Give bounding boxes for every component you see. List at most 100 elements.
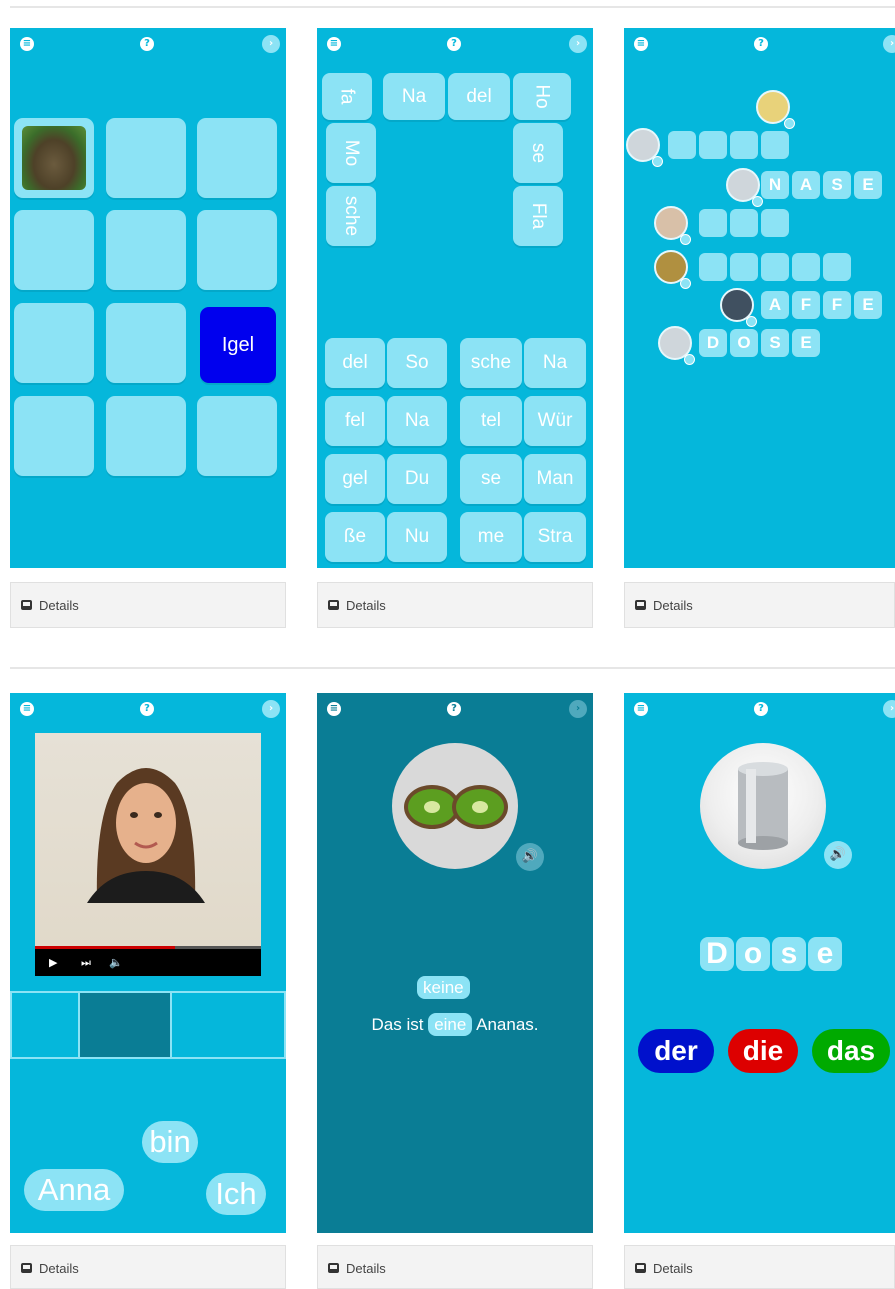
help-icon[interactable]: ? xyxy=(754,702,768,716)
letter-box[interactable] xyxy=(699,209,727,237)
word-bubble[interactable]: Ich xyxy=(206,1173,266,1215)
speaker-icon[interactable]: 🔊 xyxy=(824,841,852,869)
menu-icon[interactable]: ≡ xyxy=(20,37,34,51)
letter-box[interactable] xyxy=(730,253,758,281)
memory-tile[interactable] xyxy=(197,396,277,476)
memory-tile[interactable] xyxy=(106,303,186,383)
letter-box[interactable] xyxy=(792,253,820,281)
answer-slot[interactable] xyxy=(10,991,80,1059)
next-arrow-icon[interactable]: › xyxy=(569,35,587,53)
help-icon[interactable]: ? xyxy=(754,37,768,51)
memory-tile[interactable] xyxy=(106,210,186,290)
answer-slot-active[interactable] xyxy=(78,991,172,1059)
letter-box[interactable] xyxy=(668,131,696,159)
syllable-tile[interactable]: gel xyxy=(325,454,385,504)
article-das-button[interactable]: das xyxy=(812,1029,890,1073)
video-progress[interactable] xyxy=(35,946,261,949)
syllable-tile[interactable]: me xyxy=(460,512,522,562)
speaker-dot[interactable] xyxy=(752,196,763,207)
letter-box[interactable] xyxy=(730,131,758,159)
word-bubble[interactable]: Anna xyxy=(24,1169,124,1211)
syllable-tile[interactable]: Nu xyxy=(387,512,447,562)
memory-tile[interactable] xyxy=(197,210,277,290)
speaker-dot[interactable] xyxy=(684,354,695,365)
memory-tile-selected[interactable]: Igel xyxy=(200,307,276,383)
article-sentence-screen[interactable]: ≡ ? › 🔊 keine Das ist eine Ananas. xyxy=(317,693,593,1233)
crossword-game-screen[interactable]: ≡ ? › N A S E A F F E D O S E xyxy=(624,28,895,568)
syllable-tile[interactable]: fel xyxy=(325,396,385,446)
next-arrow-icon[interactable]: › xyxy=(883,35,895,53)
syllable-tile[interactable]: Na xyxy=(387,396,447,446)
help-icon[interactable]: ? xyxy=(140,37,154,51)
syllable-tile[interactable]: fa xyxy=(322,73,372,120)
syllable-tile[interactable]: tel xyxy=(460,396,522,446)
syllable-tile[interactable]: sche xyxy=(460,338,522,388)
next-arrow-icon[interactable]: › xyxy=(883,700,895,718)
article-choice-screen[interactable]: ≡ ? › 🔊 D o s e der die das xyxy=(624,693,895,1233)
play-icon[interactable]: ▶ xyxy=(49,956,57,969)
details-button[interactable]: Details xyxy=(624,1245,895,1289)
memory-tile[interactable] xyxy=(106,396,186,476)
letter-box[interactable] xyxy=(699,253,727,281)
syllable-tile[interactable]: Fla xyxy=(513,186,563,246)
memory-tile[interactable] xyxy=(14,396,94,476)
menu-icon[interactable]: ≡ xyxy=(634,37,648,51)
speaker-dot[interactable] xyxy=(746,316,757,327)
next-arrow-icon[interactable]: › xyxy=(569,700,587,718)
article-die-button[interactable]: die xyxy=(728,1029,798,1073)
speaker-dot[interactable] xyxy=(680,278,691,289)
details-button[interactable]: Details xyxy=(317,1245,593,1289)
syllable-tile[interactable]: ße xyxy=(325,512,385,562)
menu-icon[interactable]: ≡ xyxy=(634,702,648,716)
syllable-game-screen[interactable]: ≡ ? › fa Mo sche Na del Ho se Fla del So… xyxy=(317,28,593,568)
option-chip[interactable]: keine xyxy=(417,976,470,999)
speaker-dot[interactable] xyxy=(680,234,691,245)
memory-tile[interactable] xyxy=(14,210,94,290)
syllable-tile[interactable]: Mo xyxy=(326,123,376,183)
syllable-tile[interactable]: Du xyxy=(387,454,447,504)
memory-tile[interactable] xyxy=(197,118,277,198)
details-button[interactable]: Details xyxy=(10,1245,286,1289)
letter-box[interactable] xyxy=(761,253,789,281)
letter-box[interactable] xyxy=(699,131,727,159)
memory-tile[interactable] xyxy=(106,118,186,198)
syllable-tile[interactable]: Na xyxy=(383,73,445,120)
syllable-tile[interactable]: Stra xyxy=(524,512,586,562)
details-button[interactable]: Details xyxy=(624,582,895,628)
letter-box[interactable] xyxy=(761,131,789,159)
syllable-tile[interactable]: del xyxy=(325,338,385,388)
chosen-article[interactable]: eine xyxy=(428,1013,473,1036)
letter-box[interactable] xyxy=(730,209,758,237)
letter-box[interactable] xyxy=(823,253,851,281)
volume-icon[interactable]: 🔈 xyxy=(109,956,123,969)
speaker-icon[interactable]: 🔊 xyxy=(516,843,544,871)
video-sentence-screen[interactable]: ≡ ? › ▶ ⏭ 🔈 bin Anna Ich xyxy=(10,693,286,1233)
syllable-tile[interactable]: Wür xyxy=(524,396,586,446)
option-word[interactable]: keine xyxy=(417,976,470,999)
syllable-tile[interactable]: So xyxy=(387,338,447,388)
syllable-tile[interactable]: Na xyxy=(524,338,586,388)
next-arrow-icon[interactable]: › xyxy=(262,35,280,53)
help-icon[interactable]: ? xyxy=(140,702,154,716)
skip-icon[interactable]: ⏭ xyxy=(81,956,91,970)
syllable-tile[interactable]: se xyxy=(460,454,522,504)
word-bubble[interactable]: bin xyxy=(142,1121,198,1163)
menu-icon[interactable]: ≡ xyxy=(327,702,341,716)
syllable-tile[interactable]: Man xyxy=(524,454,586,504)
syllable-tile[interactable]: sche xyxy=(326,186,376,246)
help-icon[interactable]: ? xyxy=(447,37,461,51)
help-icon[interactable]: ? xyxy=(447,702,461,716)
memory-game-screen[interactable]: ≡ ? › Igel xyxy=(10,28,286,568)
menu-icon[interactable]: ≡ xyxy=(20,702,34,716)
memory-tile[interactable] xyxy=(14,303,94,383)
details-button[interactable]: Details xyxy=(10,582,286,628)
details-button[interactable]: Details xyxy=(317,582,593,628)
video-player[interactable]: ▶ ⏭ 🔈 xyxy=(35,733,261,976)
speaker-dot[interactable] xyxy=(784,118,795,129)
syllable-tile[interactable]: se xyxy=(513,123,563,183)
article-der-button[interactable]: der xyxy=(638,1029,714,1073)
answer-slot[interactable] xyxy=(170,991,286,1059)
next-arrow-icon[interactable]: › xyxy=(262,700,280,718)
letter-box[interactable] xyxy=(761,209,789,237)
menu-icon[interactable]: ≡ xyxy=(327,37,341,51)
